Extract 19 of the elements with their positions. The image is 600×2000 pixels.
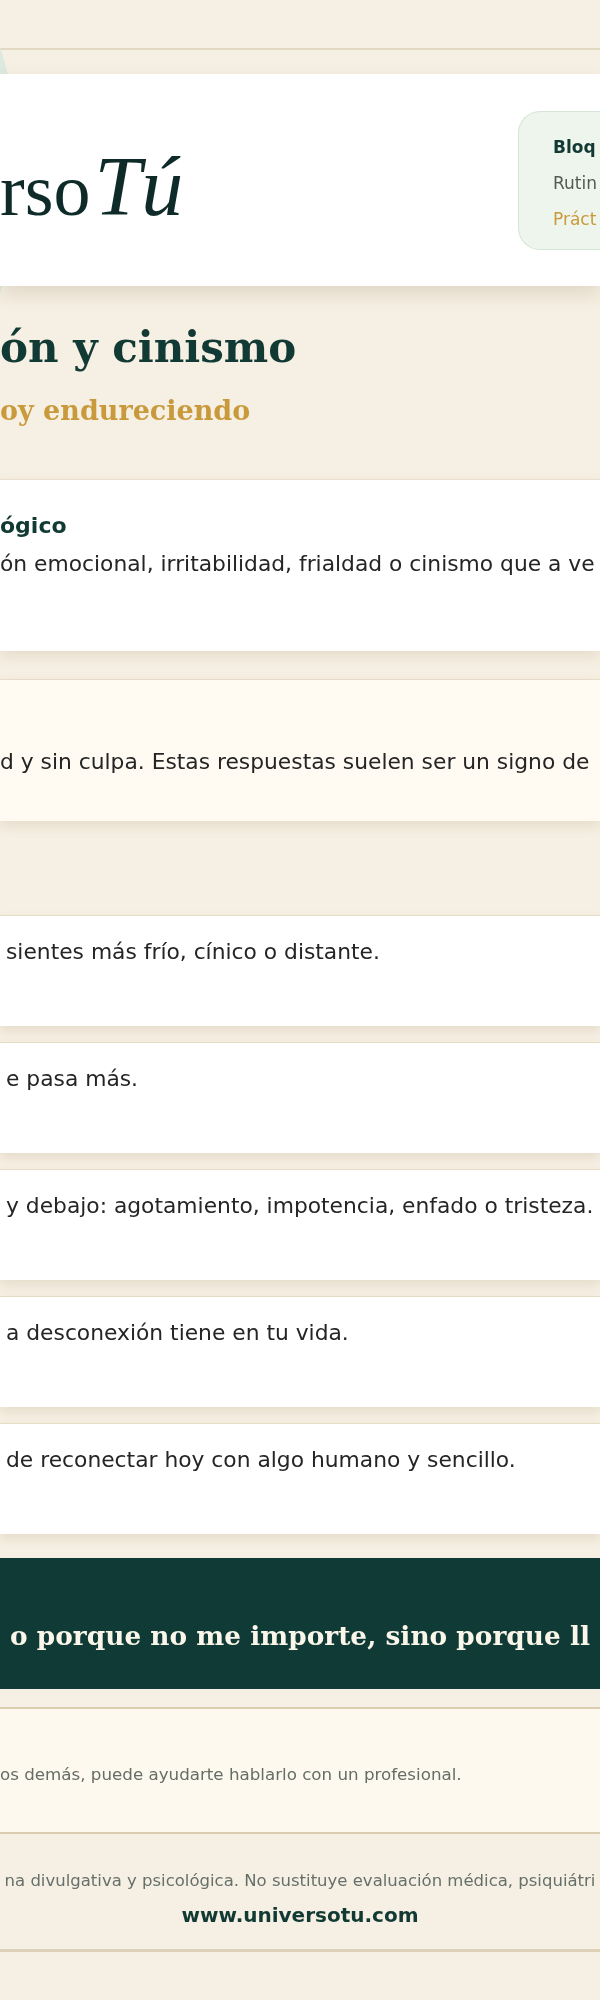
logo-script-text: Tú [94, 139, 184, 235]
highlight-text: d y sin culpa. Estas respuestas suelen ser un signo de [0, 748, 590, 776]
step-text: de reconectar hoy con algo humano y sencillo. [6, 1446, 516, 1474]
card-text: ón emocional, irritabilidad, frialdad o cinismo que a ve [0, 550, 595, 578]
note-text: os demás, puede ayudarte hablarlo con un profesional. [0, 1764, 462, 1784]
badge-text: Práct [553, 207, 597, 231]
badge-text: Rutin [553, 171, 597, 195]
card-title: ógico [0, 512, 67, 540]
website-link[interactable]: www.universotu.com [181, 1902, 419, 1928]
step-text: a desconexión tiene en tu vida. [6, 1319, 349, 1347]
page-subtitle: oy endureciendo [0, 395, 251, 427]
page-title: ón y cinismo [0, 324, 297, 372]
logo-wordmark: rso [0, 150, 91, 230]
disclaimer-text: na divulgativa y psicológica. No sustituye evaluación médica, psiquiátri [4, 1871, 596, 1891]
quote-text: o porque no me importe, sino porque ll [10, 1620, 590, 1652]
badge-title: Bloq [553, 135, 596, 159]
step-text: sientes más frío, cínico o distante. [6, 938, 380, 966]
step-text: y debajo: agotamiento, impotencia, enfado o tristeza. [6, 1192, 594, 1220]
step-text: e pasa más. [6, 1065, 139, 1093]
